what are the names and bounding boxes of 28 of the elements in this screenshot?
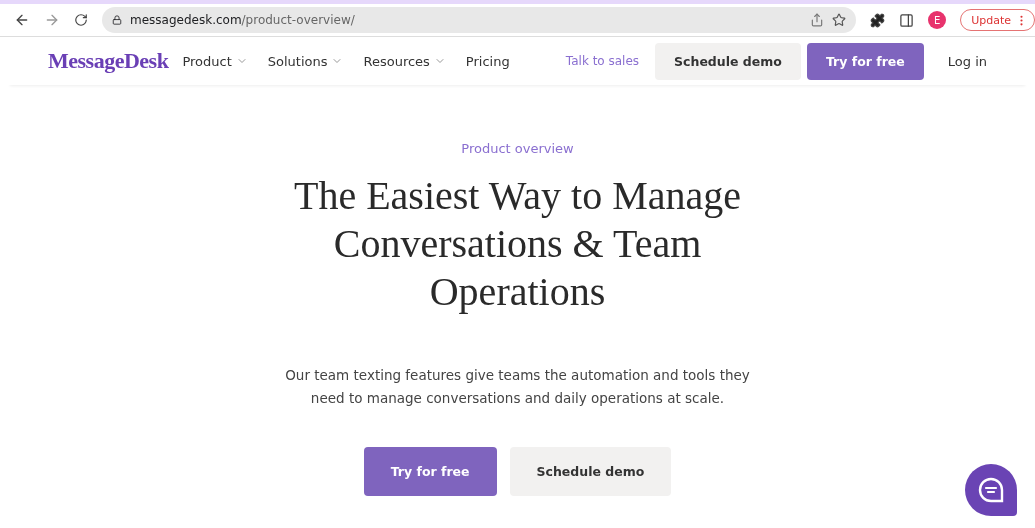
nav-menu-item[interactable]: Solutions (267, 53, 344, 69)
nav-menu-item[interactable]: Pricing (465, 53, 510, 69)
hero-title: The Easiest Way to Manage Conversations & Team Operations (293, 172, 742, 316)
try-free-button[interactable]: Try for free (363, 447, 497, 496)
bookmark-star-icon[interactable] (832, 13, 847, 27)
lock-icon (112, 15, 122, 25)
try-free-button[interactable]: Try for free (806, 42, 924, 80)
profile-avatar[interactable]: E (928, 11, 947, 29)
talk-to-sales-link[interactable]: Talk to sales (565, 54, 640, 68)
chat-bubble-icon (978, 477, 1004, 503)
update-button[interactable]: Update (960, 9, 1035, 31)
forward-icon[interactable] (44, 12, 60, 28)
nav-menu-item[interactable]: Resources (363, 53, 446, 69)
nav-menu-item[interactable]: Product (182, 53, 248, 69)
address-bar[interactable]: messagedesk.com/product-overview/ (102, 7, 857, 33)
back-icon[interactable] (14, 12, 30, 28)
share-icon[interactable] (810, 13, 825, 27)
puzzle-icon[interactable] (870, 12, 886, 28)
chat-launcher-button[interactable] (965, 464, 1017, 516)
side-panel-icon[interactable] (899, 12, 915, 28)
url-text: messagedesk.com/product-overview/ (130, 13, 355, 27)
login-link[interactable]: Log in (947, 53, 987, 69)
eyebrow-text: Product overview (461, 141, 574, 156)
schedule-demo-button[interactable]: Schedule demo (509, 447, 672, 496)
hero-description: Our team texting features give teams the automation and tools they need to manage conversations and daily operations at scale. (284, 366, 751, 408)
schedule-demo-button[interactable]: Schedule demo (655, 42, 801, 80)
logo[interactable]: MessageDesk (48, 48, 169, 74)
reload-icon[interactable] (74, 13, 88, 27)
